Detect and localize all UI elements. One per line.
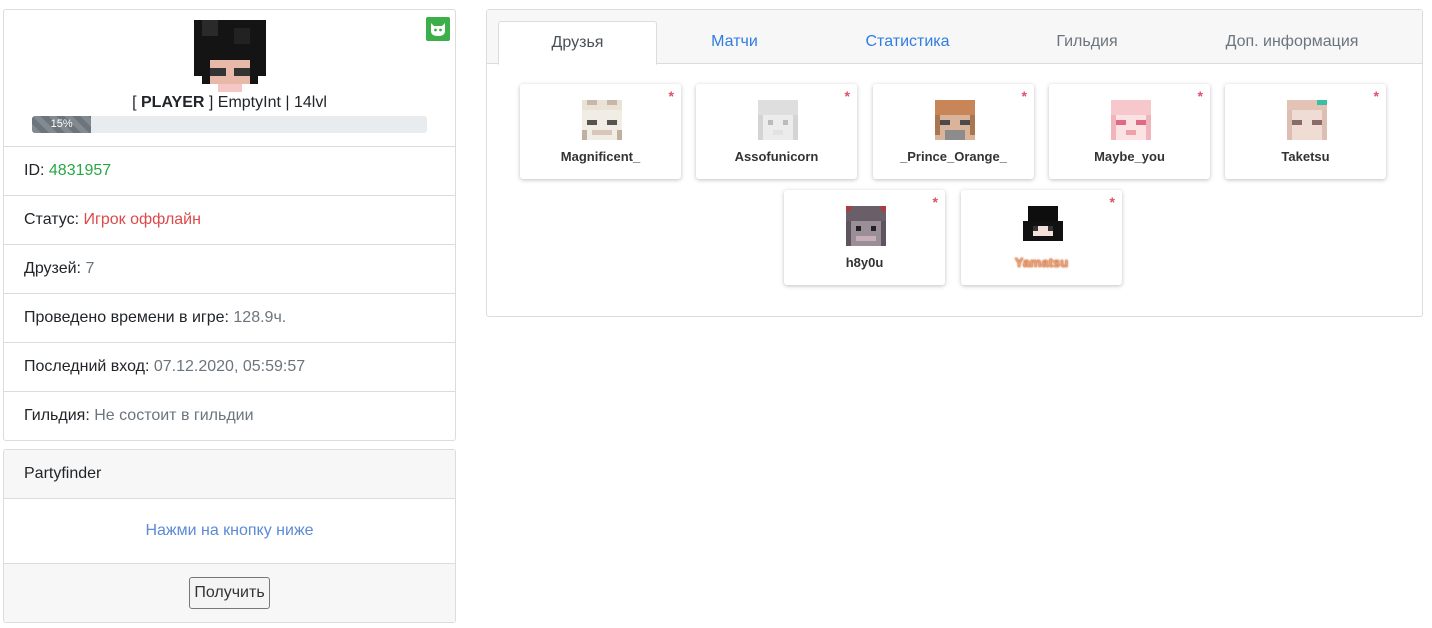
friend-name: Yamatsu: [1014, 255, 1069, 270]
favorite-star-icon: *: [668, 88, 674, 104]
partyfinder-hint: Нажми на кнопку ниже: [4, 499, 455, 564]
id-value: 4831957: [48, 162, 112, 179]
tab-guild[interactable]: Гильдия: [1002, 21, 1172, 63]
friend-name: Maybe_you: [1094, 149, 1165, 164]
playtime-row: Проведено времени в игре: 128.9ч.: [4, 294, 455, 343]
friend-name: h8y0u: [845, 255, 884, 270]
guild-value: Не состоит в гильдии: [94, 407, 254, 424]
xp-progress-bar: 15%: [32, 116, 427, 133]
guild-label: Гильдия:: [24, 407, 90, 424]
status-label: Статус:: [24, 211, 80, 228]
friend-skin-icon: [935, 100, 975, 140]
last-login-value: 07.12.2020, 05:59:57: [153, 358, 306, 375]
player-avatar: [194, 20, 266, 92]
friend-name: Assofunicorn: [734, 149, 819, 164]
friends-count-row: Друзей: 7: [4, 245, 455, 294]
friend-card[interactable]: * Taketsu: [1225, 84, 1386, 179]
friend-name: _Prince_Orange_: [900, 149, 1007, 164]
favorite-star-icon: *: [1373, 88, 1379, 104]
friend-skin-icon: [582, 100, 622, 140]
id-label: ID:: [24, 162, 45, 179]
friend-name: Taketsu: [1281, 149, 1330, 164]
tab-statistics[interactable]: Статистика: [815, 21, 1000, 63]
tab-extra-info[interactable]: Доп. информация: [1177, 21, 1407, 63]
favorite-star-icon: *: [1109, 194, 1115, 210]
favorite-star-icon: *: [1197, 88, 1203, 104]
favorite-star-icon: *: [844, 88, 850, 104]
forum-icon[interactable]: [426, 17, 450, 41]
friend-skin-icon: [846, 206, 886, 246]
tab-matches[interactable]: Матчи: [657, 21, 812, 63]
profile-card: [ PLAYER ] EmptyInt | 14lvl 15% ID: 4831…: [3, 9, 456, 441]
last-login-label: Последний вход:: [24, 358, 150, 375]
get-button[interactable]: Получить: [189, 577, 270, 609]
status-value: Игрок оффлайн: [83, 211, 201, 228]
playtime-value: 128.9ч.: [233, 309, 287, 326]
friend-name: Magnificent_: [560, 149, 641, 164]
playtime-label: Проведено времени в игре:: [24, 309, 229, 326]
status-row: Статус: Игрок оффлайн: [4, 196, 455, 245]
partyfinder-card: Partyfinder Нажми на кнопку ниже Получит…: [3, 449, 456, 623]
favorite-star-icon: *: [1021, 88, 1027, 104]
friend-skin-icon: [1287, 100, 1327, 140]
tab-friends[interactable]: Друзья: [498, 21, 657, 65]
friend-card[interactable]: * Maybe_you: [1049, 84, 1210, 179]
friend-skin-icon: [758, 100, 798, 140]
friend-card[interactable]: * _Prince_Orange_: [873, 84, 1034, 179]
friend-card[interactable]: * Assofunicorn: [696, 84, 857, 179]
friends-count-value: 7: [85, 260, 95, 277]
tab-bar: Друзья Матчи Статистика Гильдия Доп. инф…: [487, 10, 1422, 65]
tabs-panel: Друзья Матчи Статистика Гильдия Доп. инф…: [486, 9, 1423, 317]
profile-header: [ PLAYER ] EmptyInt | 14lvl 15%: [4, 10, 455, 147]
partyfinder-footer: Получить: [4, 564, 455, 622]
guild-row: Гильдия: Не состоит в гильдии: [4, 392, 455, 440]
id-row: ID: 4831957: [4, 147, 455, 196]
left-column: [ PLAYER ] EmptyInt | 14lvl 15% ID: 4831…: [3, 9, 456, 623]
player-name: [ PLAYER ] EmptyInt | 14lvl: [132, 94, 327, 111]
player-nick-level: EmptyInt | 14lvl: [217, 94, 327, 111]
rank-label: PLAYER: [141, 94, 205, 111]
friend-card[interactable]: * Yamatsu: [961, 190, 1122, 285]
partyfinder-title: Partyfinder: [4, 450, 455, 499]
friend-card[interactable]: * Magnificent_: [520, 84, 681, 179]
friends-count-label: Друзей:: [24, 260, 81, 277]
xp-progress-fill: 15%: [32, 116, 92, 133]
friend-skin-icon: [1111, 100, 1151, 140]
last-login-row: Последний вход: 07.12.2020, 05:59:57: [4, 343, 455, 392]
friend-skin-icon: [1023, 206, 1063, 246]
friend-card[interactable]: * h8y0u: [784, 190, 945, 285]
favorite-star-icon: *: [932, 194, 938, 210]
